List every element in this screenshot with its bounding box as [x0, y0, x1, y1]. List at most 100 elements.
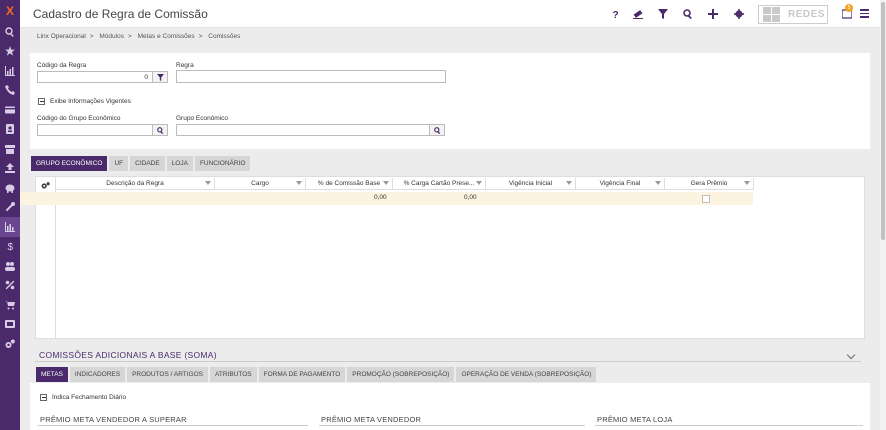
- col-filter-icon[interactable]: [383, 181, 389, 185]
- subhead-divider: [38, 425, 308, 426]
- breadcrumb-item[interactable]: Metas e Comissões: [138, 33, 195, 40]
- notification-icon[interactable]: 5: [842, 4, 854, 19]
- redes-button[interactable]: REDES: [758, 5, 828, 24]
- indica-fechamento-toggle[interactable]: [40, 394, 47, 401]
- cell-carga-cartao[interactable]: 0,00: [464, 194, 477, 201]
- codigo-regra-value: 0: [144, 74, 148, 81]
- codigo-regra-label: Código da Regra: [37, 62, 87, 69]
- col-vig-fim-label: Vigência Final: [599, 180, 641, 187]
- col-filter-icon[interactable]: [296, 181, 302, 185]
- credit-card-icon[interactable]: [0, 100, 20, 120]
- filter-icon[interactable]: [657, 8, 669, 20]
- plus-icon[interactable]: [707, 8, 719, 20]
- search-icon[interactable]: [0, 22, 20, 42]
- star-icon[interactable]: [0, 42, 20, 62]
- section-comissoes-adicionais-title: COMISSÕES ADICIONAIS A BASE (SOMA): [39, 350, 217, 360]
- cell-comissao-base[interactable]: 0,00: [374, 194, 387, 201]
- codigo-regra-field[interactable]: 0: [37, 71, 153, 83]
- tab-indicadores[interactable]: INDICADORES: [69, 367, 126, 382]
- col-cargo[interactable]: Cargo: [215, 178, 306, 190]
- eraser-icon[interactable]: [632, 8, 644, 20]
- col-filter-icon[interactable]: [476, 181, 482, 185]
- logo: X: [5, 4, 14, 18]
- breadcrumb-item[interactable]: Módulos: [99, 33, 124, 40]
- tab-grupo-economico[interactable]: GRUPO ECONÔMICO: [31, 156, 108, 171]
- col-filter-icon[interactable]: [566, 181, 572, 185]
- contacts-icon[interactable]: [0, 120, 20, 140]
- tab-produtos-artigos[interactable]: PRODUTOS / ARTIGOS: [127, 367, 208, 382]
- exibe-vigentes-toggle[interactable]: [38, 98, 45, 105]
- tab-funcionario[interactable]: FUNCIONÁRIO: [194, 156, 251, 171]
- col-comissao-base[interactable]: % de Comissão Base: [306, 178, 393, 190]
- grid-settings-icon[interactable]: [41, 182, 50, 191]
- search-icon[interactable]: [682, 8, 694, 20]
- upload-icon[interactable]: [0, 159, 20, 179]
- cart-icon[interactable]: [0, 295, 20, 315]
- regra-label: Regra: [176, 62, 194, 69]
- col-carga-label: % Carga Cartão Prese...: [403, 180, 475, 187]
- notification-badge: 5: [845, 4, 853, 12]
- chevron-down-icon[interactable]: [846, 350, 856, 360]
- premio-meta-vendedor-title: PRÊMIO META VENDEDOR: [321, 415, 422, 424]
- percent-icon[interactable]: [0, 276, 20, 296]
- redes-grid-icon: [763, 7, 780, 22]
- tab-loja[interactable]: LOJA: [166, 156, 193, 171]
- col-filter-icon[interactable]: [744, 181, 750, 185]
- page-scrollbar[interactable]: [880, 0, 886, 430]
- premio-meta-loja-title: PRÊMIO META LOJA: [597, 415, 673, 424]
- tab-operacao-venda[interactable]: OPERAÇÃO DE VENDA (SOBREPOSIÇÃO): [456, 367, 597, 382]
- subhead-divider: [595, 425, 863, 426]
- indica-fechamento-label: Indica Fechamento Diário: [52, 394, 127, 401]
- grupo-label: Grupo Econômico: [176, 115, 229, 122]
- breadcrumb-item[interactable]: Linx Operacional: [37, 33, 86, 40]
- tab-cidade[interactable]: CIDADE: [130, 156, 165, 171]
- phone-icon[interactable]: [0, 81, 20, 101]
- tab-promocao[interactable]: PROMOÇÃO (SOBREPOSIÇÃO): [347, 367, 455, 382]
- piggy-bank-icon[interactable]: [0, 178, 20, 198]
- page-title: Cadastro de Regra de Comissão: [33, 7, 208, 21]
- codigo-grupo-label: Código do Grupo Econômico: [37, 115, 121, 122]
- col-descricao-label: Descrição da Regra: [106, 180, 164, 187]
- tab-forma-pagamento[interactable]: FORMA DE PAGAMENTO: [258, 367, 346, 382]
- col-filter-icon[interactable]: [655, 181, 661, 185]
- premio-meta-vendedor-superar-title: PRÊMIO META VENDEDOR A SUPERAR: [40, 415, 187, 424]
- dollar-icon[interactable]: $: [0, 237, 20, 257]
- gear-icon[interactable]: [733, 8, 745, 20]
- section2-tabs: METAS INDICADORES PRODUTOS / ARTIGOS ATR…: [36, 367, 598, 382]
- bar-chart-icon[interactable]: [0, 61, 20, 81]
- help-icon[interactable]: ?: [609, 8, 621, 20]
- media-icon[interactable]: [0, 315, 20, 335]
- col-cargo-label: Cargo: [251, 180, 269, 187]
- header-bar: Cadastro de Regra de Comissão ? REDES 5: [20, 0, 886, 28]
- col-vigencia-final[interactable]: Vigência Final: [576, 178, 665, 190]
- grupo-field[interactable]: [176, 124, 430, 136]
- codigo-grupo-field[interactable]: [37, 124, 153, 136]
- svg-text:$: $: [8, 242, 14, 251]
- breadcrumb: Linx Operacional > Módulos > Metas e Comis…: [37, 33, 241, 40]
- codigo-grupo-search-button[interactable]: [153, 124, 168, 136]
- breadcrumb-item: Comissões: [208, 33, 241, 40]
- entity-tabs: GRUPO ECONÔMICO UF CIDADE LOJA FUNCIONÁR…: [31, 156, 252, 171]
- col-filter-icon[interactable]: [205, 181, 211, 185]
- regra-field[interactable]: [176, 70, 446, 83]
- tab-uf[interactable]: UF: [109, 156, 129, 171]
- tab-atributos[interactable]: ATRIBUTOS: [210, 367, 257, 382]
- store-icon[interactable]: [0, 139, 20, 159]
- tools-icon[interactable]: [0, 198, 20, 218]
- col-descricao-regra[interactable]: Descrição da Regra: [56, 178, 215, 190]
- redes-label: REDES: [788, 9, 825, 20]
- settings-cogs-icon[interactable]: [0, 334, 20, 354]
- codigo-regra-filter-button[interactable]: [153, 71, 168, 83]
- gera-premio-checkbox[interactable]: [702, 195, 710, 203]
- col-vigencia-inicial[interactable]: Vigência Inicial: [486, 178, 576, 190]
- grupo-search-button[interactable]: [430, 124, 445, 136]
- tab-metas[interactable]: METAS: [36, 367, 68, 382]
- col-gera-premio[interactable]: Gera Prêmio: [665, 178, 754, 190]
- col-gera-label: Gera Prêmio: [690, 180, 728, 187]
- col-comissao-label: % de Comissão Base: [317, 180, 381, 187]
- col-carga-cartao[interactable]: % Carga Cartão Prese...: [393, 178, 486, 190]
- report-chart-icon[interactable]: [0, 217, 20, 237]
- users-icon[interactable]: [0, 256, 20, 276]
- exibe-vigentes-label: Exibe Informações Vigentes: [50, 98, 131, 105]
- hamburger-menu-icon[interactable]: [860, 9, 869, 18]
